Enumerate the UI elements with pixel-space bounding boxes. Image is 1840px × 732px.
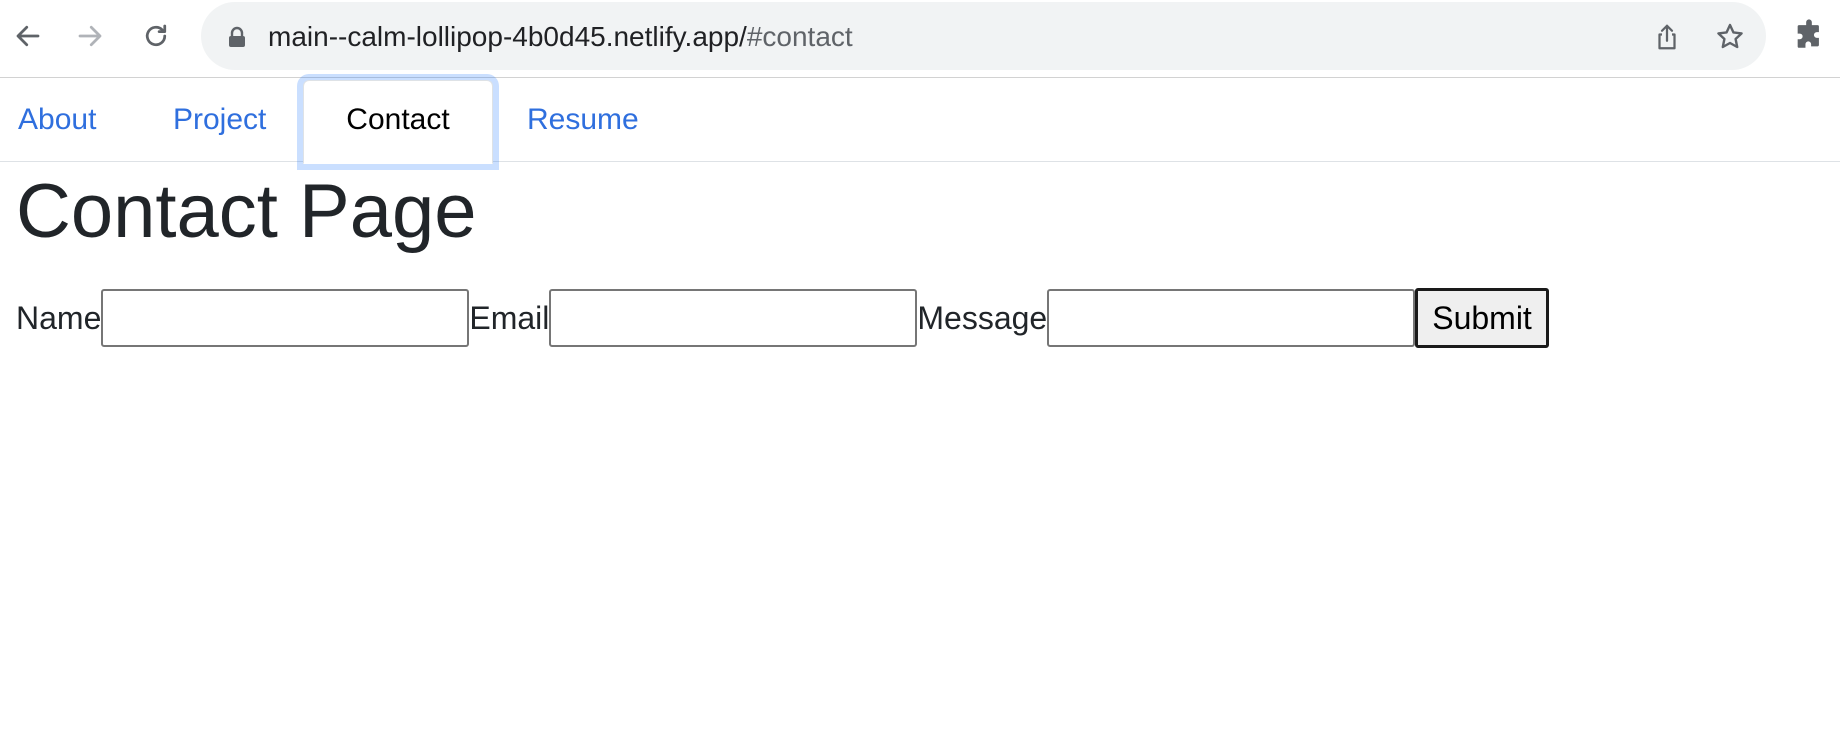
reload-icon [145, 24, 167, 47]
url-text[interactable]: main--calm-lollipop-4b0d45.netlify.app/#… [268, 20, 853, 54]
lock-icon [229, 26, 245, 47]
email-label: Email [469, 299, 550, 336]
back-button[interactable] [8, 16, 48, 56]
nav-link-about[interactable]: About [18, 78, 96, 162]
page-title: Contact Page [16, 169, 477, 254]
share-icon[interactable] [1652, 22, 1682, 52]
name-field[interactable] [101, 289, 470, 347]
forward-button[interactable] [70, 16, 110, 56]
message-field[interactable] [1047, 289, 1416, 347]
message-label: Message [917, 299, 1048, 336]
site-nav: About Project Contact Resume [0, 78, 1840, 164]
nav-link-contact[interactable]: Contact [303, 80, 493, 164]
name-label: Name [16, 299, 102, 336]
url-host: main--calm-lollipop-4b0d45.netlify.app/ [268, 21, 747, 52]
browser-toolbar: main--calm-lollipop-4b0d45.netlify.app/#… [0, 0, 1840, 78]
contact-form: Name Email Message Submit [16, 288, 1549, 348]
address-bar[interactable]: main--calm-lollipop-4b0d45.netlify.app/#… [201, 2, 1766, 70]
email-field[interactable] [549, 289, 918, 347]
arrow-right-icon [78, 25, 102, 47]
url-path: #contact [746, 21, 853, 52]
arrow-left-icon [16, 25, 40, 47]
submit-button[interactable]: Submit [1415, 288, 1549, 348]
star-icon[interactable] [1714, 21, 1746, 53]
puzzle-icon[interactable] [1792, 18, 1826, 52]
nav-link-project[interactable]: Project [173, 78, 266, 162]
nav-link-resume[interactable]: Resume [527, 78, 639, 162]
reload-button[interactable] [136, 16, 176, 56]
